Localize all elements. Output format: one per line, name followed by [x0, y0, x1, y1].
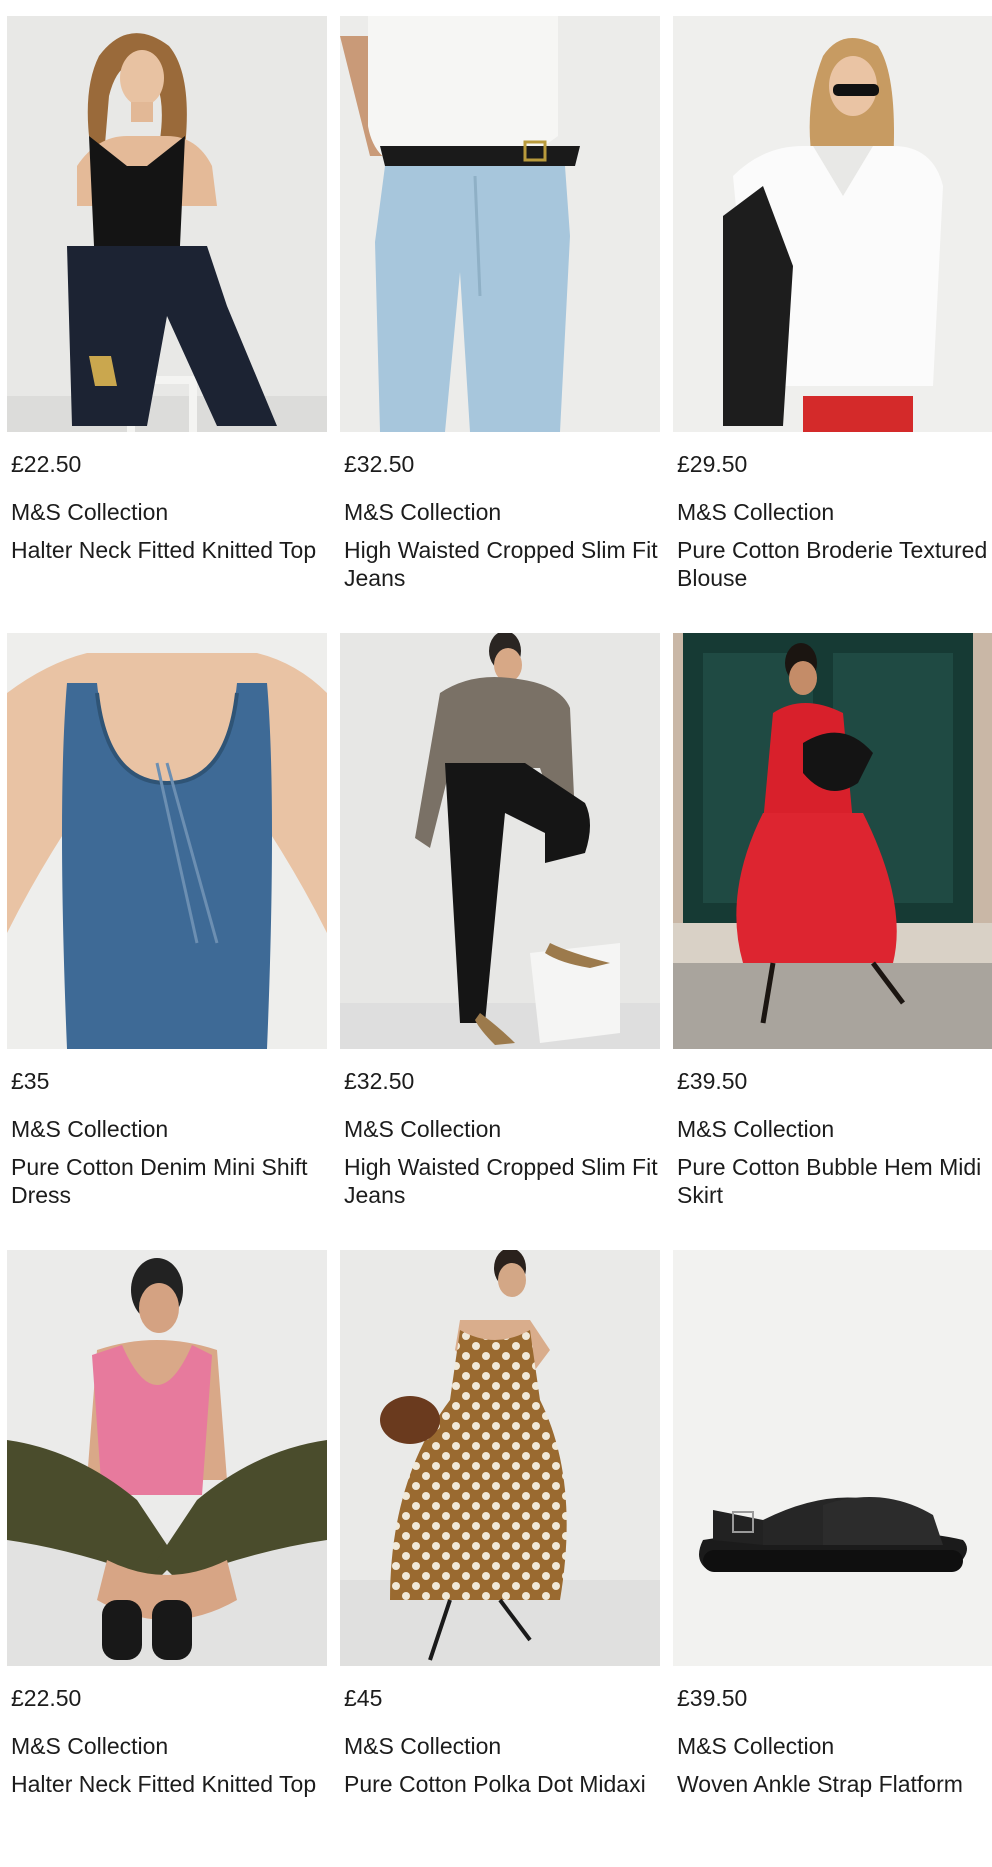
product-brand: M&S Collection: [11, 1733, 169, 1759]
product-grid: £22.50 M&S Collection Halter Neck Fitted…: [7, 16, 992, 1867]
product-title[interactable]: Pure Cotton Broderie Textured Blouse: [677, 536, 992, 592]
product-card[interactable]: £32.50 M&S Collection High Waisted Cropp…: [340, 633, 660, 1250]
product-title[interactable]: Halter Neck Fitted Knitted Top: [11, 536, 341, 564]
product-card[interactable]: £39.50 M&S Collection Pure Cotton Bubble…: [673, 633, 992, 1250]
product-brand: M&S Collection: [677, 1116, 835, 1142]
product-image[interactable]: [673, 633, 992, 1049]
product-card[interactable]: £32.50 M&S Collection High Waisted Cropp…: [340, 16, 660, 633]
product-card[interactable]: £22.50 M&S Collection Halter Neck Fitted…: [7, 16, 327, 633]
product-image[interactable]: [7, 16, 327, 432]
product-image[interactable]: [340, 16, 660, 432]
product-price: £32.50: [344, 1068, 415, 1094]
product-title[interactable]: High Waisted Cropped Slim Fit Jeans: [344, 536, 674, 592]
product-title[interactable]: Pure Cotton Bubble Hem Midi Skirt: [677, 1153, 992, 1209]
product-image[interactable]: [340, 1250, 660, 1666]
product-card[interactable]: £22.50 M&S Collection Halter Neck Fitted…: [7, 1250, 327, 1867]
product-brand: M&S Collection: [11, 1116, 169, 1142]
product-price: £22.50: [11, 451, 82, 477]
product-price: £39.50: [677, 1685, 748, 1711]
product-price: £35: [11, 1068, 50, 1094]
product-price: £29.50: [677, 451, 748, 477]
product-card[interactable]: £35 M&S Collection Pure Cotton Denim Min…: [7, 633, 327, 1250]
product-image[interactable]: [340, 633, 660, 1049]
product-brand: M&S Collection: [677, 1733, 835, 1759]
product-card[interactable]: £45 M&S Collection Pure Cotton Polka Dot…: [340, 1250, 660, 1867]
product-price: £39.50: [677, 1068, 748, 1094]
product-image[interactable]: [7, 633, 327, 1049]
product-brand: M&S Collection: [344, 1116, 502, 1142]
product-image[interactable]: [673, 1250, 992, 1666]
product-price: £32.50: [344, 451, 415, 477]
product-card[interactable]: £39.50 M&S Collection Woven Ankle Strap …: [673, 1250, 992, 1867]
product-image[interactable]: [673, 16, 992, 432]
product-title[interactable]: High Waisted Cropped Slim Fit Jeans: [344, 1153, 674, 1209]
product-image[interactable]: [7, 1250, 327, 1666]
product-brand: M&S Collection: [344, 499, 502, 525]
product-brand: M&S Collection: [344, 1733, 502, 1759]
product-brand: M&S Collection: [677, 499, 835, 525]
product-price: £22.50: [11, 1685, 82, 1711]
product-price: £45: [344, 1685, 383, 1711]
product-card[interactable]: £29.50 M&S Collection Pure Cotton Broder…: [673, 16, 992, 633]
product-title[interactable]: Pure Cotton Denim Mini Shift Dress: [11, 1153, 341, 1209]
product-brand: M&S Collection: [11, 499, 169, 525]
